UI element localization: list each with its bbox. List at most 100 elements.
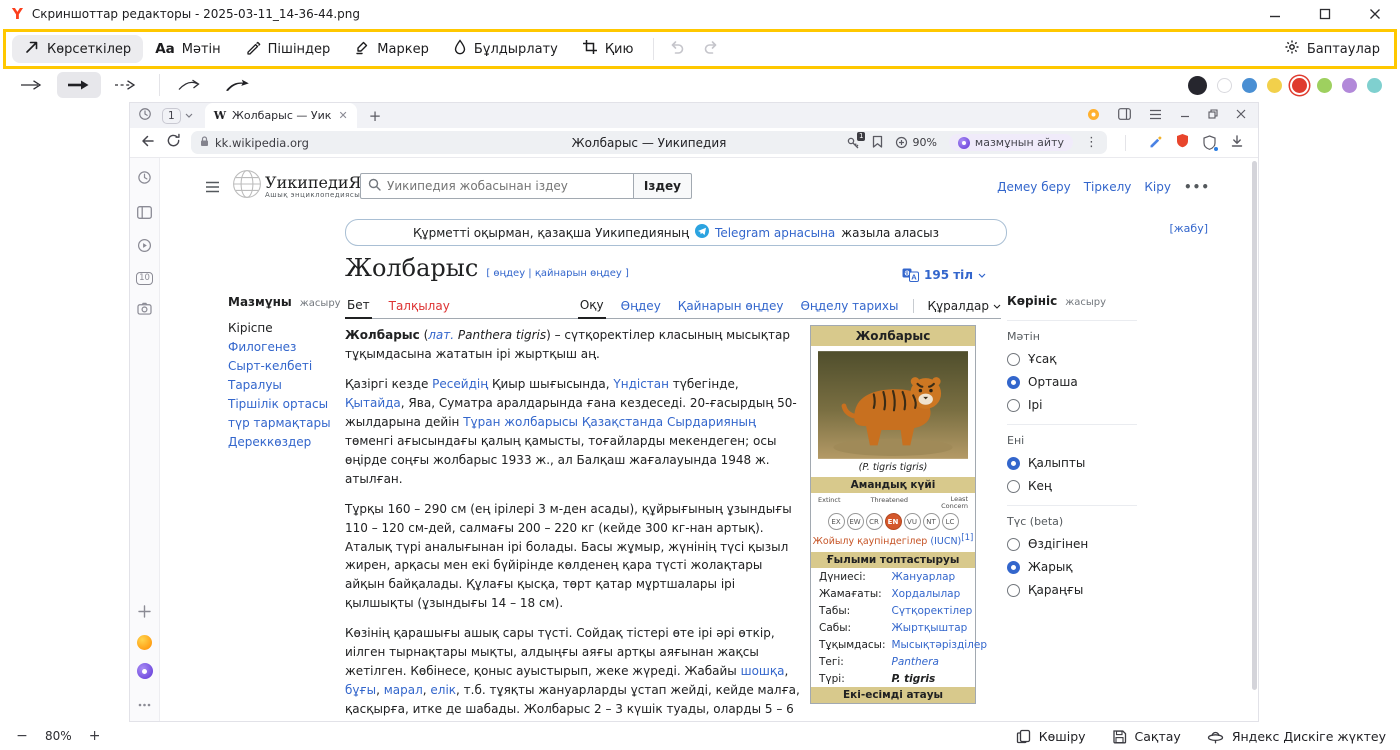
history-icon[interactable]: [137, 170, 152, 189]
zoom-indicator[interactable]: 90%: [895, 136, 936, 149]
redo-button[interactable]: [702, 39, 720, 59]
tool-text-button[interactable]: Аа Мәтін: [143, 35, 232, 63]
close-button[interactable]: [1368, 7, 1382, 21]
tab-talk[interactable]: Талқылау: [387, 299, 452, 318]
tool-marker-button[interactable]: Маркер: [342, 35, 441, 63]
panel-icon[interactable]: [1118, 108, 1131, 123]
history-clock-icon[interactable]: [138, 107, 152, 124]
new-tab-button[interactable]: +: [369, 107, 382, 125]
more-options-icon[interactable]: ⋮: [1085, 135, 1098, 150]
edit-pen-icon[interactable]: [1148, 133, 1162, 152]
color-swatch-black[interactable]: [1188, 76, 1207, 95]
toc-item[interactable]: түр тармақтары: [228, 414, 333, 433]
header-more-icon[interactable]: •••: [1184, 180, 1210, 194]
arrow-style-straight[interactable]: [10, 72, 54, 98]
appearance-hide-link[interactable]: жасыру: [1065, 297, 1106, 308]
minimize-button[interactable]: [1268, 7, 1282, 21]
register-link[interactable]: Тіркелу: [1084, 180, 1132, 194]
toc-item[interactable]: Кіріспе: [228, 319, 333, 338]
adblock-shield-icon[interactable]: [1176, 133, 1189, 152]
protect-shield-icon[interactable]: [1203, 135, 1216, 150]
telegram-link[interactable]: Telegram арнасына: [715, 226, 835, 240]
tab-count-badge[interactable]: 10: [136, 272, 153, 285]
arrow-style-tapered[interactable]: [215, 72, 259, 98]
tab-edit-source[interactable]: Қайнарын өңдеу: [676, 299, 786, 318]
download-icon[interactable]: [1230, 133, 1244, 152]
key-icon[interactable]: 1: [846, 136, 860, 150]
wikipedia-wordmark[interactable]: УикипедиЯ Ашық энциклопедиясы: [265, 174, 361, 199]
toc-item[interactable]: Филогенез: [228, 338, 333, 357]
bookmark-icon[interactable]: [872, 135, 883, 151]
url-bar[interactable]: kk.wikipedia.org Жолбарыс — Уикипедия 1 …: [191, 131, 1107, 154]
toc-hide-link[interactable]: жасыру: [300, 298, 341, 309]
copy-button[interactable]: Көшіру: [1016, 729, 1086, 744]
toc-item[interactable]: Сырт-келбеті: [228, 357, 333, 376]
radio-option[interactable]: Жарық: [1007, 560, 1137, 574]
color-swatch-purple[interactable]: [1342, 78, 1357, 93]
tab-history[interactable]: Өңделу тарихы: [798, 299, 900, 318]
browser-minimize-icon[interactable]: [1180, 109, 1190, 122]
weather-widget-icon[interactable]: [137, 635, 152, 650]
color-swatch-red[interactable]: [1292, 78, 1307, 93]
color-swatch-green[interactable]: [1317, 78, 1332, 93]
upload-to-disk-button[interactable]: Яндекс Дискіге жүктеу: [1207, 729, 1386, 744]
tool-arrows-button[interactable]: Көрсеткілер: [12, 35, 143, 63]
iucn-link[interactable]: (IUCN): [930, 536, 961, 547]
wikipedia-logo[interactable]: [232, 169, 262, 202]
sidebar-panels-icon[interactable]: [137, 204, 152, 223]
rail-more-icon[interactable]: [138, 692, 151, 711]
banner-close-link[interactable]: [жабу]: [1169, 222, 1208, 235]
color-swatch-yellow[interactable]: [1267, 78, 1282, 93]
radio-option[interactable]: Ұсақ: [1007, 352, 1137, 366]
refresh-icon[interactable]: [166, 133, 181, 152]
alice-assistant-icon[interactable]: [137, 663, 153, 679]
radio-option[interactable]: Өздігінен: [1007, 537, 1137, 551]
search-input-wrap[interactable]: [360, 173, 634, 199]
zoom-out-button[interactable]: −: [14, 728, 30, 744]
play-circle-icon[interactable]: [137, 238, 152, 257]
radio-option[interactable]: Ірі: [1007, 398, 1137, 412]
read-aloud-button[interactable]: мазмұнын айту: [949, 134, 1073, 151]
tab-close-icon[interactable]: ✕: [338, 109, 347, 122]
arrow-style-straight-bold[interactable]: [57, 72, 101, 98]
tiger-image[interactable]: [818, 350, 968, 460]
donate-link[interactable]: Демеу беру: [997, 180, 1071, 194]
add-icon[interactable]: [138, 603, 151, 622]
search-button[interactable]: Іздеу: [634, 173, 692, 199]
login-link[interactable]: Кіру: [1144, 180, 1171, 194]
title-edit-links[interactable]: [ өңдеу | қайнарын өңдеу ]: [486, 268, 629, 279]
tab-edit[interactable]: Өңдеу: [619, 299, 663, 318]
tab-counter[interactable]: 1: [162, 108, 193, 124]
toc-item[interactable]: Тіршілік ортасы: [228, 395, 333, 414]
status-ref[interactable]: [1]: [961, 533, 973, 543]
arrow-style-curved[interactable]: [168, 72, 212, 98]
status-link[interactable]: Жойылу қаупіндегілер: [813, 536, 928, 547]
tab-page[interactable]: Бет: [345, 298, 372, 319]
zoom-in-button[interactable]: +: [87, 728, 103, 744]
undo-button[interactable]: [668, 39, 686, 59]
browser-menu-icon[interactable]: [1149, 109, 1162, 123]
tab-tools[interactable]: Құралдар: [927, 299, 1001, 318]
radio-option[interactable]: Қалыпты: [1007, 456, 1137, 470]
color-swatch-blue[interactable]: [1242, 78, 1257, 93]
tool-shapes-button[interactable]: Пішіндер: [233, 35, 343, 63]
radio-option[interactable]: Қараңғы: [1007, 583, 1137, 597]
browser-restore-icon[interactable]: [1208, 109, 1218, 122]
toc-item[interactable]: Таралуы: [228, 376, 333, 395]
browser-close-icon[interactable]: [1236, 109, 1246, 122]
scrollbar-thumb[interactable]: [1252, 161, 1257, 690]
language-selector[interactable]: ӘA 195 тіл: [902, 268, 986, 282]
tab-read[interactable]: Оқу: [578, 298, 606, 319]
collections-icon[interactable]: [1087, 108, 1100, 124]
save-button[interactable]: Сақтау: [1112, 729, 1181, 744]
radio-option[interactable]: Орташа: [1007, 375, 1137, 389]
back-icon[interactable]: [140, 133, 156, 153]
radio-option[interactable]: Кең: [1007, 479, 1137, 493]
search-input[interactable]: [387, 179, 626, 193]
color-swatch-white[interactable]: [1217, 78, 1232, 93]
editor-canvas[interactable]: 1 W Жолбарыс — Уикипед... ✕ +: [0, 101, 1400, 722]
arrow-style-dashed[interactable]: [104, 72, 148, 98]
color-swatch-cyan[interactable]: [1367, 78, 1382, 93]
tool-crop-button[interactable]: Қию: [570, 35, 646, 63]
hamburger-menu-icon[interactable]: [205, 181, 220, 196]
